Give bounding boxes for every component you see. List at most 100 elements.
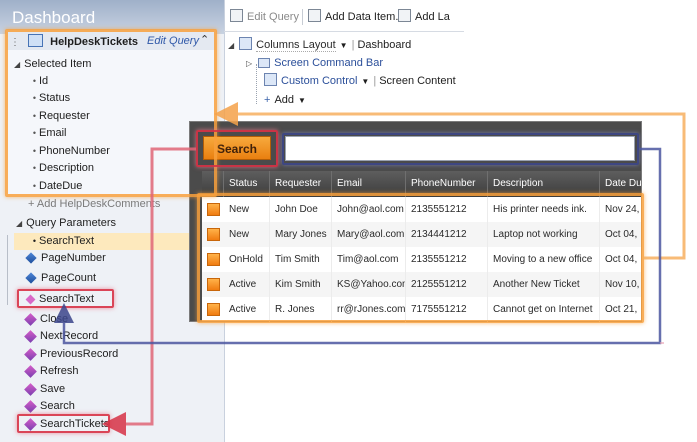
custom-control-row[interactable]: Custom Control ▼ | Screen Content — [264, 72, 456, 90]
layout-icon — [239, 37, 253, 50]
field-item[interactable]: • Requester — [30, 108, 90, 125]
method-icon — [24, 312, 37, 326]
collapse-icon[interactable]: ⌃ — [200, 33, 209, 46]
cell-description: Cannot get on Internet — [488, 297, 600, 322]
column-header-selector — [202, 171, 224, 197]
cell-description: His printer needs ink. — [488, 197, 600, 222]
column-header-status[interactable]: Status — [224, 171, 270, 197]
method-item[interactable]: NextRecord — [24, 328, 98, 345]
tickets-grid: Status Requester Email PhoneNumber Descr… — [202, 171, 641, 322]
column-header-description[interactable]: Description — [488, 171, 600, 197]
cell-email: KS@Yahoo.com — [332, 272, 406, 297]
method-item[interactable]: Close — [24, 311, 68, 328]
row-selector-icon[interactable] — [207, 228, 220, 241]
cell-status: OnHold — [224, 247, 270, 272]
query-parameters-row[interactable]: ◢ Query Parameters — [16, 215, 116, 232]
cell-phone: 2135551212 — [406, 247, 488, 272]
dropdown-icon[interactable]: ▼ — [340, 41, 348, 50]
expanded-triangle-icon[interactable]: ◢ — [228, 41, 234, 50]
search-button[interactable]: Search — [203, 136, 271, 160]
method-icon — [24, 329, 37, 343]
selected-item-row[interactable]: ◢ Selected Item — [14, 56, 91, 72]
add-data-icon — [308, 9, 321, 22]
property-icon — [25, 272, 37, 284]
search-input[interactable] — [285, 136, 635, 161]
method-icon — [24, 382, 37, 396]
cell-description: Another New Ticket — [488, 272, 600, 297]
add-related-link[interactable]: + Add HelpDeskComments — [28, 196, 160, 213]
cell-date-due: Oct 21, — [605, 304, 638, 315]
property-icon — [25, 294, 36, 305]
dropdown-icon[interactable]: ▼ — [298, 96, 306, 105]
entity-name: HelpDeskTickets — [50, 36, 138, 48]
cell-email: rr@rJones.com — [332, 297, 406, 322]
cell-email: John@aol.com — [332, 197, 406, 222]
designer-toolbar: Edit Query Add Data Item... Add La — [224, 6, 464, 28]
field-item[interactable]: • Status — [30, 90, 70, 107]
drag-handle-icon[interactable]: ⋮ — [10, 37, 20, 48]
cell-status: New — [224, 222, 270, 247]
row-selector-icon[interactable] — [207, 303, 220, 316]
column-header-requester[interactable]: Requester — [270, 171, 332, 197]
columns-layout-row[interactable]: ◢ Columns Layout ▼ | Dashboard — [228, 36, 411, 54]
cell-phone: 7175551212 — [406, 297, 488, 322]
row-selector-icon[interactable] — [207, 278, 220, 291]
collapsed-triangle-icon[interactable]: ▷ — [246, 59, 252, 68]
cell-status: Active — [224, 272, 270, 297]
property-item[interactable]: SearchText — [24, 291, 94, 308]
cell-requester: John Doe — [270, 197, 332, 222]
property-item[interactable]: PageCount — [24, 270, 96, 287]
cell-date-due: Oct 04, — [605, 229, 638, 240]
method-icon — [24, 364, 37, 378]
row-selector-icon[interactable] — [207, 203, 220, 216]
query-icon — [230, 9, 243, 22]
expanded-triangle-icon[interactable]: ◢ — [14, 60, 20, 69]
edit-query-button[interactable]: Edit Query — [230, 6, 299, 28]
field-item[interactable]: • Email — [30, 125, 67, 142]
property-icon — [25, 252, 37, 264]
method-item[interactable]: PreviousRecord — [24, 346, 118, 363]
screen-command-bar-row[interactable]: ▷ Screen Command Bar — [246, 54, 383, 72]
add-data-item-button[interactable]: Add Data Item... — [308, 6, 404, 28]
method-icon — [24, 417, 37, 431]
cell-email: Mary@aol.com — [332, 222, 406, 247]
cell-description: Moving to a new office — [488, 247, 600, 272]
cell-phone: 2134441212 — [406, 222, 488, 247]
field-item[interactable]: • Id — [30, 73, 48, 90]
expanded-triangle-icon[interactable]: ◢ — [16, 219, 22, 228]
column-header-phone[interactable]: PhoneNumber — [406, 171, 488, 197]
cell-description: Laptop not working — [488, 222, 600, 247]
cell-date-due: Oct 04, — [605, 254, 638, 265]
selected-item-label: Selected Item — [24, 58, 92, 70]
tree-connector-line — [256, 64, 258, 104]
cell-requester: R. Jones — [270, 297, 332, 322]
cell-phone: 2135551212 — [406, 197, 488, 222]
field-item[interactable]: • DateDue — [30, 178, 83, 195]
cell-phone: 2125551212 — [406, 272, 488, 297]
method-item[interactable]: Refresh — [24, 363, 79, 380]
dropdown-icon[interactable]: ▼ — [361, 77, 369, 86]
field-item[interactable]: • PhoneNumber — [30, 143, 110, 160]
property-item[interactable]: PageNumber — [24, 250, 106, 267]
edit-query-link[interactable]: Edit Query — [147, 35, 199, 47]
cell-requester: Tim Smith — [270, 247, 332, 272]
plus-icon: + — [264, 94, 271, 106]
add-control-row[interactable]: + Add ▼ — [264, 91, 306, 109]
query-param-item[interactable]: • SearchText — [30, 233, 94, 250]
method-item[interactable]: Save — [24, 381, 65, 398]
cell-email: Tim@aol.com — [332, 247, 406, 272]
table-icon — [28, 34, 44, 47]
column-header-date-due[interactable]: Date Du — [600, 171, 641, 197]
row-selector-icon[interactable] — [207, 253, 220, 266]
query-parameters-label: Query Parameters — [26, 217, 117, 229]
method-icon — [24, 399, 37, 413]
add-layout-button[interactable]: Add La — [398, 6, 450, 28]
cell-requester: Kim Smith — [270, 272, 332, 297]
custom-control-icon — [264, 73, 277, 86]
cell-requester: Mary Jones — [270, 222, 332, 247]
method-item[interactable]: Search — [24, 398, 75, 415]
method-item[interactable]: SearchTickets — [24, 416, 109, 433]
method-icon — [24, 347, 37, 361]
column-header-email[interactable]: Email — [332, 171, 406, 197]
field-item[interactable]: • Description — [30, 160, 94, 177]
